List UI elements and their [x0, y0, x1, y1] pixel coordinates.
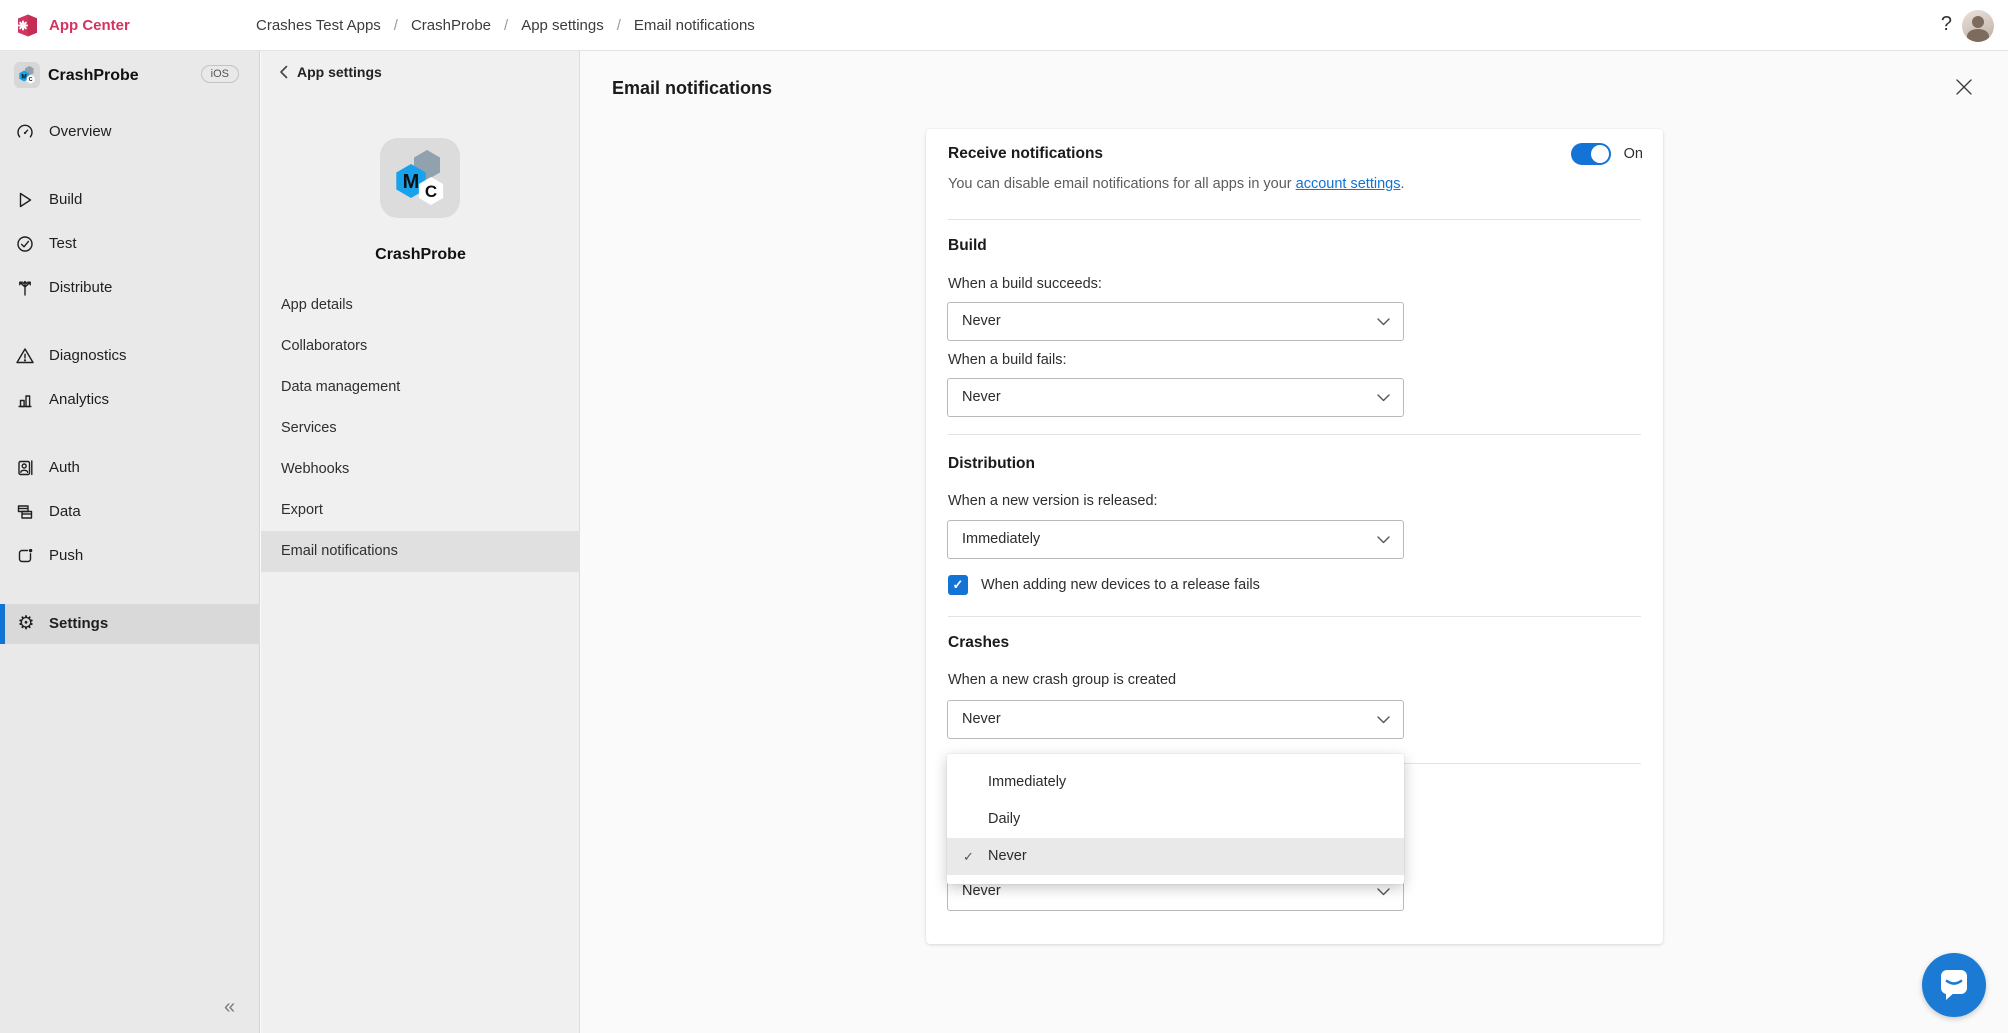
build-fails-select[interactable]: Never: [947, 378, 1404, 417]
sidebar-item-overview[interactable]: Overview: [0, 112, 260, 152]
app-icon-large: M C: [380, 138, 460, 218]
app-icon-small: M C: [14, 62, 40, 88]
chevron-down-icon: [1377, 716, 1390, 724]
svg-text:C: C: [425, 182, 437, 201]
collapse-sidebar-icon[interactable]: «: [224, 996, 235, 1019]
sidebar-item-data[interactable]: Data: [0, 492, 260, 532]
back-to-app-settings[interactable]: App settings: [279, 64, 382, 80]
page-title: Email notifications: [612, 78, 772, 99]
email-notifications-card: Receive notifications On You can disable…: [926, 129, 1663, 944]
toggle-on[interactable]: [1571, 143, 1611, 165]
play-icon: [15, 190, 37, 210]
crash-group-label: When a new crash group is created: [948, 672, 1176, 688]
receive-notifications-description: You can disable email notifications for …: [948, 176, 1405, 192]
sidebar-item-build[interactable]: Build: [0, 180, 260, 220]
crash-group-select[interactable]: Never: [947, 700, 1404, 739]
version-released-label: When a new version is released:: [948, 493, 1158, 509]
crashes-section-title: Crashes: [948, 634, 1009, 652]
branch-arrows-icon: [15, 278, 37, 298]
section-divider: [948, 434, 1641, 435]
sidebar-item-settings[interactable]: ⚙ Settings: [0, 604, 260, 644]
avatar-head: [1972, 16, 1984, 28]
crash-group-dropdown-menu: Immediately Daily ✓ Never: [947, 754, 1404, 884]
menu-option-never[interactable]: ✓ Never: [947, 838, 1404, 875]
main-content: Email notifications Receive notification…: [581, 51, 2008, 1033]
gauge-icon: [15, 122, 37, 142]
menu-option-daily[interactable]: Daily: [947, 801, 1404, 838]
breadcrumb-separator: /: [394, 17, 398, 34]
svg-text:M: M: [403, 171, 420, 193]
sidebar-item-push[interactable]: Push: [0, 536, 260, 576]
breadcrumb-item-email-notifications[interactable]: Email notifications: [634, 17, 755, 34]
app-center-logo-icon[interactable]: [14, 12, 41, 39]
breadcrumb-separator: /: [504, 17, 508, 34]
breadcrumb: Crashes Test Apps / CrashProbe / App set…: [256, 0, 755, 51]
user-avatar[interactable]: [1962, 10, 1994, 42]
chevron-down-icon: [1377, 318, 1390, 326]
help-icon[interactable]: ?: [1941, 0, 1952, 49]
bar-chart-icon: [15, 390, 37, 410]
checkbox-checked-icon[interactable]: ✓: [948, 575, 968, 595]
chat-support-button[interactable]: [1922, 953, 1986, 1017]
gear-icon: ⚙: [15, 614, 37, 634]
os-badge: iOS: [201, 65, 239, 83]
build-section-title: Build: [948, 237, 987, 255]
section-divider: [948, 616, 1641, 617]
version-released-select[interactable]: Immediately: [947, 520, 1404, 559]
brand-name[interactable]: App Center: [49, 0, 130, 51]
layers-icon: [15, 502, 37, 522]
sidebar-item-distribute[interactable]: Distribute: [0, 268, 260, 308]
svg-text:M: M: [21, 73, 26, 80]
push-notification-icon: [15, 546, 37, 566]
check-circle-icon: [15, 234, 37, 254]
devices-fail-checkbox-row[interactable]: ✓ When adding new devices to a release f…: [948, 575, 1260, 595]
breadcrumb-item-app[interactable]: CrashProbe: [411, 17, 491, 34]
panel-item-services[interactable]: Services: [261, 408, 580, 449]
toggle-state-label: On: [1624, 146, 1643, 162]
panel-item-app-details[interactable]: App details: [261, 285, 580, 326]
chevron-down-icon: [1377, 536, 1390, 544]
breadcrumb-item-app-settings[interactable]: App settings: [521, 17, 604, 34]
breadcrumb-item-apps[interactable]: Crashes Test Apps: [256, 17, 381, 34]
svg-text:C: C: [29, 77, 33, 83]
account-settings-link[interactable]: account settings: [1296, 176, 1401, 192]
panel-item-export[interactable]: Export: [261, 490, 580, 531]
sidebar-item-auth[interactable]: Auth: [0, 448, 260, 488]
avatar-body: [1967, 29, 1989, 42]
app-center-window: App Center Crashes Test Apps / CrashProb…: [0, 0, 2008, 1033]
panel-item-collaborators[interactable]: Collaborators: [261, 326, 580, 367]
settings-panel: App settings M C CrashProbe App details …: [261, 51, 580, 1033]
breadcrumb-separator: /: [617, 17, 621, 34]
sidebar-item-analytics[interactable]: Analytics: [0, 380, 260, 420]
chevron-down-icon: [1377, 888, 1390, 896]
panel-app-name: CrashProbe: [261, 246, 580, 264]
warning-triangle-icon: [15, 346, 37, 366]
menu-option-immediately[interactable]: Immediately: [947, 764, 1404, 801]
sidebar-app-name: CrashProbe: [48, 51, 139, 100]
panel-item-email-notifications[interactable]: Email notifications: [261, 531, 580, 572]
toggle-knob: [1591, 145, 1609, 163]
top-header: App Center Crashes Test Apps / CrashProb…: [0, 0, 2008, 51]
build-fails-label: When a build fails:: [948, 352, 1066, 368]
chat-bubble-icon: [1939, 968, 1969, 1001]
panel-item-data-management[interactable]: Data management: [261, 367, 580, 408]
panel-item-webhooks[interactable]: Webhooks: [261, 449, 580, 490]
section-divider: [948, 219, 1641, 220]
sidebar-item-diagnostics[interactable]: Diagnostics: [0, 336, 260, 376]
receive-notifications-toggle[interactable]: On: [1571, 143, 1643, 165]
distribution-section-title: Distribution: [948, 455, 1035, 473]
checkmark-icon: ✓: [963, 838, 974, 875]
receive-notifications-title: Receive notifications: [948, 145, 1103, 163]
id-card-icon: [15, 458, 37, 478]
app-sidebar: M C CrashProbe iOS Overview Build: [0, 51, 260, 1033]
chevron-left-icon: [279, 65, 288, 79]
chevron-down-icon: [1377, 394, 1390, 402]
sidebar-item-test[interactable]: Test: [0, 224, 260, 264]
build-succeeds-label: When a build succeeds:: [948, 276, 1102, 292]
close-icon[interactable]: [1954, 77, 1974, 97]
build-succeeds-select[interactable]: Never: [947, 302, 1404, 341]
